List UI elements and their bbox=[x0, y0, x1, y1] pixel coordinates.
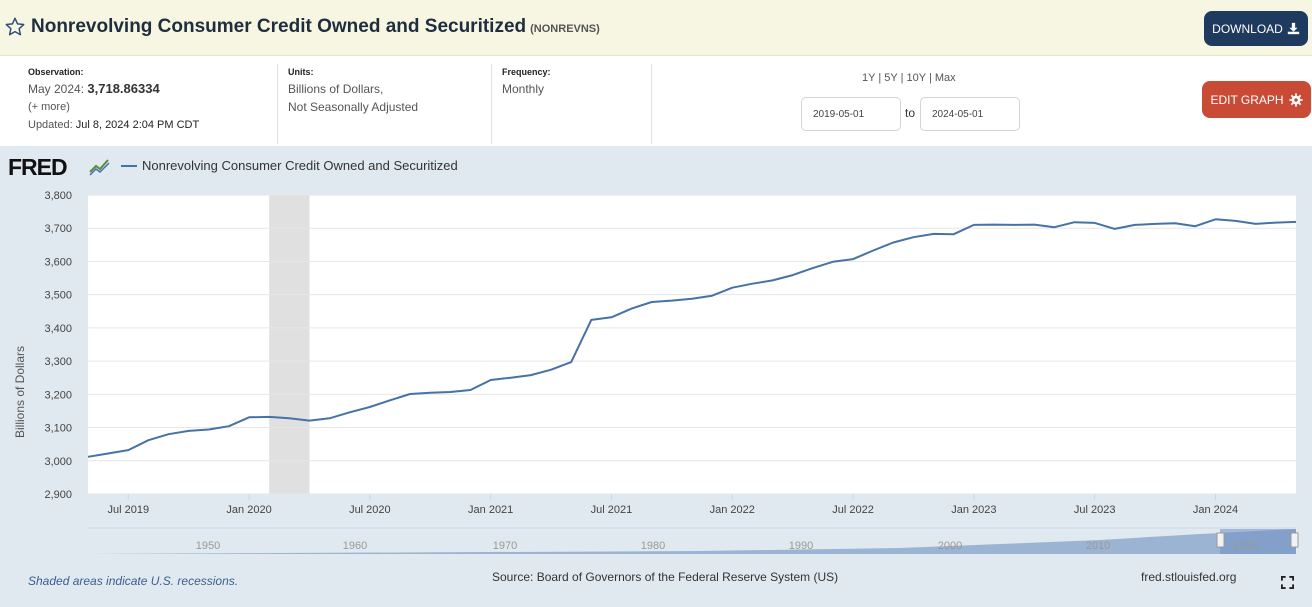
y-tick-label: 3,100 bbox=[44, 423, 72, 435]
range-separator: | bbox=[928, 72, 932, 84]
x-tick-label: Jan 2020 bbox=[226, 504, 271, 516]
start-date-input[interactable]: 2019-05-01 bbox=[801, 97, 901, 131]
download-button[interactable]: DOWNLOAD bbox=[1204, 11, 1308, 46]
navigator-area bbox=[88, 529, 1296, 554]
updated-value: Jul 8, 2024 2:04 PM CDT bbox=[75, 119, 200, 131]
page-title: Nonrevolving Consumer Credit Owned and S… bbox=[31, 16, 600, 38]
y-axis-title: Billions of Dollars bbox=[13, 346, 27, 438]
edit-graph-button[interactable]: EDIT GRAPH bbox=[1202, 81, 1311, 118]
divider bbox=[651, 64, 652, 144]
site-link[interactable]: fred.stlouisfed.org bbox=[1141, 570, 1236, 584]
range-navigator[interactable]: 1950 1960 1970 1980 1990 2000 2010 2020 bbox=[0, 526, 1312, 560]
source-text: Source: Board of Governors of the Federa… bbox=[492, 570, 839, 584]
x-tick-label: Jul 2022 bbox=[832, 504, 874, 516]
y-axis-title-group: Billions of Dollars bbox=[13, 346, 27, 438]
navigator-year-label: 1970 bbox=[493, 540, 517, 552]
navigator-year-label: 1960 bbox=[343, 540, 367, 552]
range-separator: | bbox=[900, 72, 904, 84]
y-tick-label: 3,400 bbox=[44, 323, 72, 335]
frequency-label: Frequency: bbox=[502, 67, 551, 77]
y-tick-label: 3,300 bbox=[44, 356, 72, 368]
x-tick-label: Jul 2023 bbox=[1074, 504, 1116, 516]
y-tick-label: 3,800 bbox=[44, 190, 72, 202]
series-id: (NONREVNS) bbox=[530, 23, 600, 35]
navigator-year-label: 1980 bbox=[641, 540, 665, 552]
x-tick-label: Jul 2021 bbox=[591, 504, 633, 516]
edit-graph-label: EDIT GRAPH bbox=[1210, 92, 1284, 107]
series-title: Nonrevolving Consumer Credit Owned and S… bbox=[31, 16, 527, 37]
y-tick-label: 3,200 bbox=[44, 389, 72, 401]
units-line-1: Billions of Dollars, bbox=[288, 82, 384, 96]
line-chart: 2,900 3,000 3,100 3,200 3,300 3,400 3,500 3,600… bbox=[13, 190, 1297, 516]
download-icon bbox=[1287, 22, 1300, 35]
date-to-label: to bbox=[905, 106, 916, 120]
observation-period: May 2024: bbox=[28, 82, 85, 96]
navigator-year-label: 1950 bbox=[196, 540, 220, 552]
observation-label: Observation: bbox=[28, 67, 84, 77]
x-tick-label: Jan 2023 bbox=[951, 504, 996, 516]
navigator-year-label: 2010 bbox=[1086, 540, 1110, 552]
navigator-year-label: 2020 bbox=[1234, 540, 1258, 552]
y-tick-label: 2,900 bbox=[44, 489, 72, 501]
y-tick-label: 3,500 bbox=[44, 290, 72, 302]
observation-value: 3,718.86334 bbox=[87, 81, 160, 96]
x-tick-label: Jul 2020 bbox=[349, 504, 391, 516]
star-icon[interactable] bbox=[4, 16, 26, 38]
range-separator: | bbox=[878, 72, 882, 84]
x-tick-label: Jul 2019 bbox=[107, 504, 149, 516]
divider bbox=[277, 64, 278, 144]
recession-band bbox=[269, 195, 310, 494]
recession-note: Shaded areas indicate U.S. recessions. bbox=[28, 574, 239, 588]
header: Nonrevolving Consumer Credit Owned and S… bbox=[0, 0, 1312, 56]
y-tick-label: 3,600 bbox=[44, 256, 72, 268]
range-max[interactable]: Max bbox=[935, 72, 956, 84]
updated-label: Updated: bbox=[28, 119, 73, 131]
x-tick-label: Jan 2021 bbox=[468, 504, 513, 516]
download-label: DOWNLOAD bbox=[1212, 21, 1283, 36]
y-tick-label: 3,000 bbox=[44, 456, 72, 468]
range-5y[interactable]: 5Y bbox=[884, 72, 897, 84]
fullscreen-icon[interactable] bbox=[1281, 576, 1294, 589]
navigator-handle-left bbox=[1216, 532, 1225, 548]
units-block: Units: Billions of Dollars, Not Seasonal… bbox=[288, 66, 418, 116]
more-link[interactable]: (+ more) bbox=[28, 98, 199, 116]
x-tick-label: Jan 2024 bbox=[1193, 504, 1238, 516]
end-date-input[interactable]: 2024-05-01 bbox=[920, 97, 1020, 131]
navigator-year-label: 1990 bbox=[789, 540, 813, 552]
frequency-value: Monthly bbox=[502, 82, 545, 96]
observation-block: Observation: May 2024: 3,718.86334 (+ mo… bbox=[28, 66, 199, 134]
x-tick-label: Jan 2022 bbox=[710, 504, 755, 516]
range-selector: 1Y | 5Y | 10Y | Max bbox=[862, 72, 956, 84]
range-10y[interactable]: 10Y bbox=[907, 72, 926, 84]
gear-icon bbox=[1289, 92, 1303, 107]
y-tick-label: 3,700 bbox=[44, 223, 72, 235]
navigator-handle-right bbox=[1290, 532, 1299, 548]
units-label: Units: bbox=[288, 67, 314, 77]
units-line-2: Not Seasonally Adjusted bbox=[288, 100, 419, 114]
frequency-block: Frequency: Monthly bbox=[502, 66, 551, 98]
navigator-year-label: 2000 bbox=[938, 540, 962, 552]
range-1y[interactable]: 1Y bbox=[862, 72, 875, 84]
graph-panel: FRED Nonrevolving Consumer Credit Owned … bbox=[0, 146, 1312, 607]
series-meta: Observation: May 2024: 3,718.86334 (+ mo… bbox=[0, 56, 1312, 146]
divider bbox=[491, 64, 492, 144]
